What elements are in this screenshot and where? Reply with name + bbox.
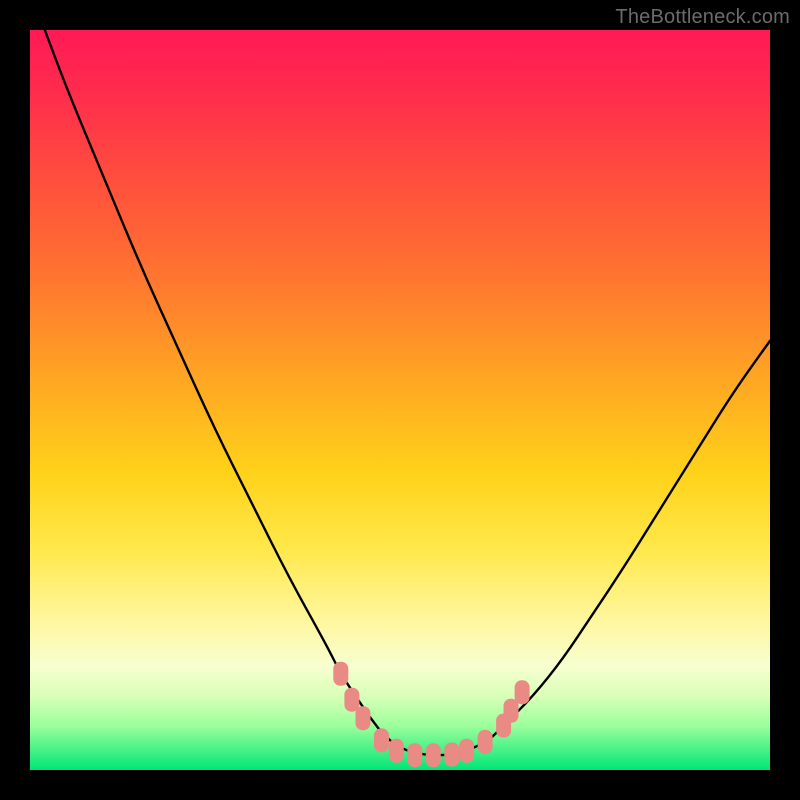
chart-svg — [30, 30, 770, 770]
curve-marker — [344, 688, 359, 712]
watermark-text: TheBottleneck.com — [615, 6, 790, 29]
chart-plot-area — [30, 30, 770, 770]
curve-markers — [333, 662, 529, 767]
curve-marker — [444, 743, 459, 767]
curve-marker — [356, 706, 371, 730]
curve-marker — [389, 739, 404, 763]
curve-marker — [504, 699, 519, 723]
curve-marker — [426, 743, 441, 767]
curve-marker — [333, 662, 348, 686]
bottleneck-curve — [45, 30, 770, 755]
curve-marker — [515, 680, 530, 704]
curve-marker — [374, 728, 389, 752]
curve-marker — [459, 739, 474, 763]
chart-frame: TheBottleneck.com — [0, 0, 800, 800]
curve-marker — [478, 730, 493, 754]
curve-marker — [407, 743, 422, 767]
